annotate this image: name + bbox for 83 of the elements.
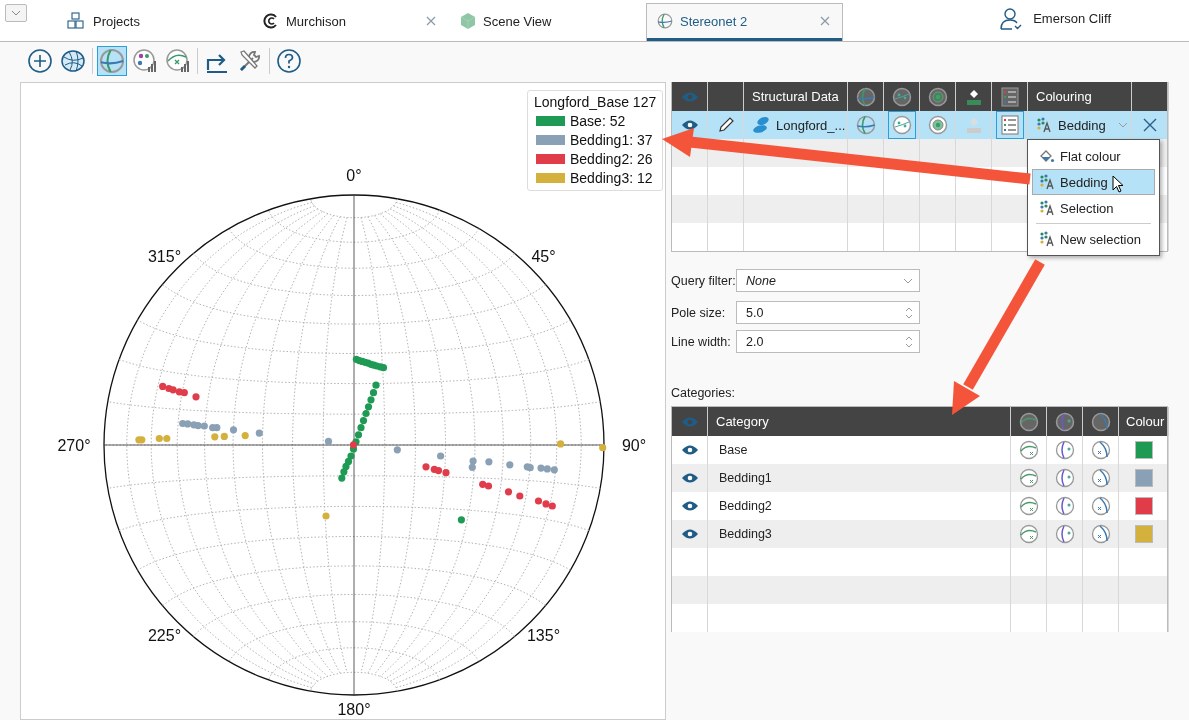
menu-item[interactable]: Flat colour — [1032, 143, 1155, 169]
number-field[interactable]: 2.0 — [736, 330, 920, 353]
legend-label: Bedding3: 12 — [570, 170, 653, 186]
chevron-down-icon — [11, 10, 21, 16]
globe-icon — [657, 13, 673, 29]
arc-globe-icon[interactable] — [1090, 496, 1111, 516]
target-icon[interactable] — [927, 86, 948, 107]
arc-dot-globe-icon[interactable] — [1054, 411, 1075, 432]
chevron-down-icon — [903, 277, 913, 284]
arc-dot-globe-icon[interactable] — [1054, 496, 1075, 516]
category-colour-icon — [1039, 231, 1055, 247]
field-label: Line width: — [671, 334, 732, 349]
direction-label: 0° — [346, 167, 362, 184]
arc-dot-globe-icon[interactable] — [1054, 468, 1075, 488]
direction-label: 225° — [147, 626, 182, 644]
arc-globe-icon[interactable] — [1018, 524, 1039, 544]
globe-icon[interactable] — [855, 115, 876, 135]
menu-item[interactable]: New selection — [1032, 226, 1155, 252]
eye-icon[interactable] — [680, 500, 699, 512]
arc-globe-icon[interactable] — [1090, 468, 1111, 488]
close-icon[interactable] — [820, 16, 830, 26]
arc-globe-icon[interactable] — [1018, 468, 1039, 488]
arc-globe-icon[interactable] — [1090, 411, 1111, 432]
arc-dot-globe-icon[interactable] — [1054, 440, 1075, 460]
cubes-icon — [66, 12, 86, 30]
cube-icon — [460, 12, 476, 30]
spinner-icon[interactable] — [905, 334, 913, 349]
direction-label: 315° — [147, 247, 182, 265]
colour-swatch[interactable] — [1134, 469, 1153, 487]
layers-icon — [752, 116, 770, 134]
number-field[interactable]: 5.0 — [736, 301, 920, 324]
toggle-button[interactable] — [887, 111, 916, 139]
eye-icon[interactable] — [680, 528, 699, 540]
direction-label: 90° — [621, 437, 647, 454]
eye-icon[interactable] — [680, 119, 699, 131]
close-icon[interactable] — [426, 16, 436, 26]
paint-bucket-icon — [1039, 148, 1055, 164]
tab[interactable]: Murchison — [252, 3, 449, 41]
logo-icon — [263, 13, 279, 29]
direction-label: 180° — [337, 701, 371, 718]
category-colour-icon — [1036, 117, 1052, 133]
eye-icon[interactable] — [680, 472, 699, 484]
toggle-button[interactable] — [995, 111, 1024, 139]
menu-item[interactable]: Selection — [1032, 195, 1155, 221]
colour-swatch[interactable] — [1134, 525, 1153, 543]
field-label: Query filter: — [671, 273, 736, 288]
category-colour-icon — [1039, 200, 1055, 216]
query-filter-dropdown[interactable]: None — [736, 269, 920, 292]
section-label: Categories: — [671, 386, 736, 400]
colour-swatch[interactable] — [1134, 497, 1153, 515]
arc-globe-icon[interactable] — [1090, 524, 1111, 544]
legend-title: Longford_Base 127 — [534, 94, 657, 110]
spinner-icon[interactable] — [905, 305, 913, 320]
legend-label: Bedding2: 26 — [570, 151, 653, 167]
chevron-down-icon — [1117, 122, 1128, 128]
legend-label: Base: 52 — [570, 113, 626, 129]
colour-swatch[interactable] — [1134, 441, 1153, 459]
globe-icon[interactable] — [855, 86, 876, 107]
table-row[interactable]: Longford_... Bedding — [672, 111, 1167, 139]
cursor-icon — [1112, 175, 1124, 193]
target-icon[interactable] — [927, 115, 948, 135]
arc-globe-icon[interactable] — [1018, 496, 1039, 516]
arc-globe-icon[interactable] — [1090, 440, 1111, 460]
direction-label: 135° — [526, 626, 561, 644]
user-icon — [999, 6, 1024, 31]
user-menu[interactable]: Emerson Cliff — [999, 0, 1111, 41]
tab[interactable]: Stereonet 2 — [646, 3, 843, 41]
dots-globe-icon[interactable] — [891, 86, 912, 107]
legend-icon[interactable] — [999, 86, 1020, 107]
legend-label: Bedding1: 37 — [570, 132, 653, 148]
direction-label: 270° — [57, 437, 91, 454]
field-label: Pole size: — [671, 305, 727, 320]
arc-globe-icon[interactable] — [1018, 411, 1039, 432]
eye-icon[interactable] — [680, 444, 699, 456]
arc-dot-globe-icon[interactable] — [1054, 524, 1075, 544]
category-colour-icon — [1039, 174, 1055, 190]
arc-globe-icon[interactable] — [1018, 440, 1039, 460]
tab[interactable]: Scene View — [449, 3, 646, 41]
tab[interactable]: Projects — [55, 3, 252, 41]
remove-icon[interactable] — [1142, 117, 1158, 133]
dataset-name: Longford_... — [776, 117, 846, 133]
direction-label: 45° — [531, 247, 556, 265]
menu-item[interactable]: Bedding — [1032, 169, 1155, 195]
